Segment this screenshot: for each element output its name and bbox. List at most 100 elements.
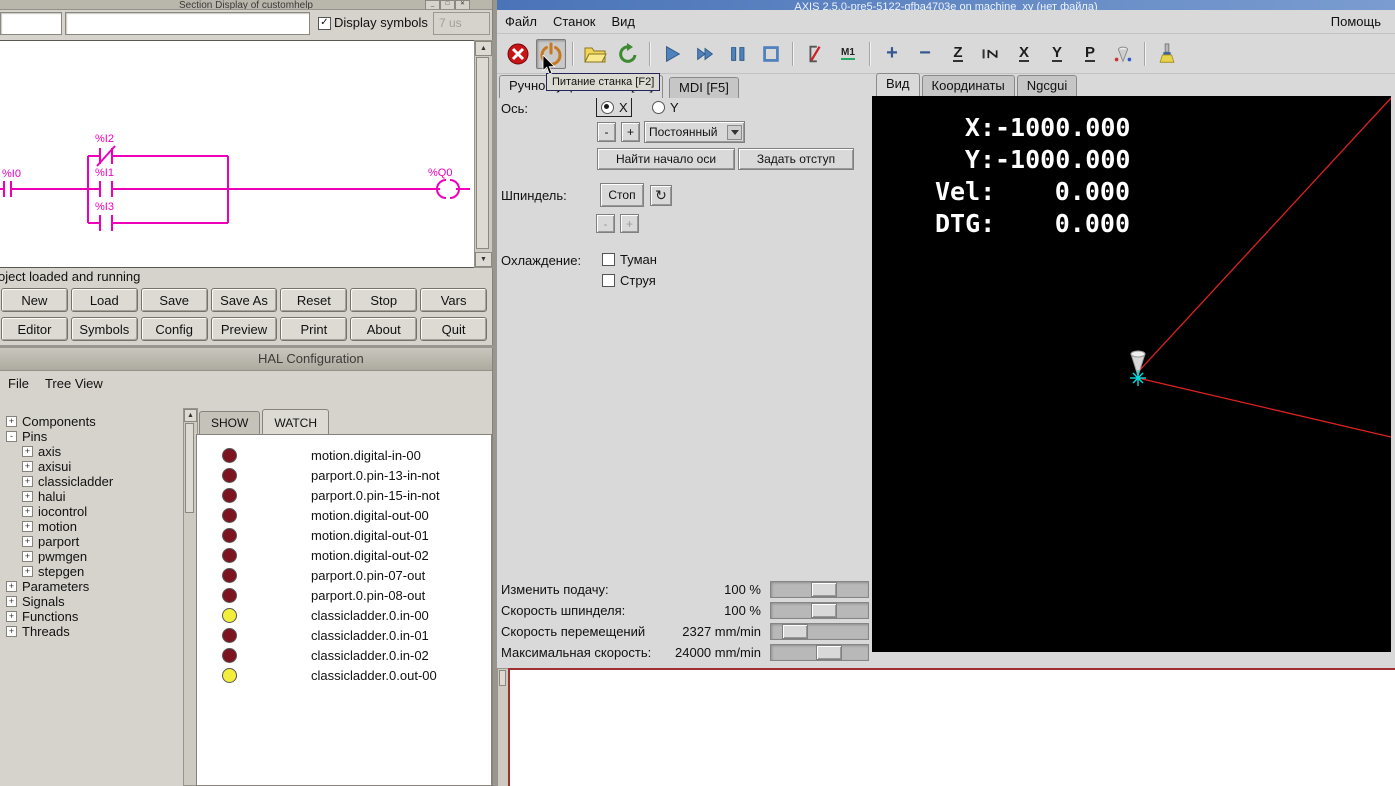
preview-tab[interactable]: Ngcgui bbox=[1016, 75, 1078, 96]
slider-track[interactable] bbox=[770, 602, 869, 619]
tree-expand-icon[interactable]: + bbox=[22, 491, 33, 502]
optional-pause-icon[interactable] bbox=[833, 39, 863, 69]
classicladder-button[interactable]: Config bbox=[140, 317, 208, 341]
hal-menu-item[interactable]: Tree View bbox=[37, 373, 111, 394]
touch-off-button[interactable]: Задать отступ bbox=[738, 148, 854, 170]
section-name-entry[interactable] bbox=[65, 12, 310, 35]
skip-lines-icon[interactable] bbox=[800, 39, 830, 69]
mist-checkbox[interactable]: Туман bbox=[602, 252, 657, 267]
classicladder-button[interactable]: About bbox=[350, 317, 418, 341]
view-y-icon[interactable] bbox=[1042, 39, 1072, 69]
tree-expand-icon[interactable]: + bbox=[22, 476, 33, 487]
view-z-rotated-icon[interactable] bbox=[976, 39, 1006, 69]
run-program-icon[interactable] bbox=[657, 39, 687, 69]
rotate-view-icon[interactable] bbox=[1108, 39, 1138, 69]
classicladder-titlebar[interactable]: Section Display of customhelp _ □ ✕ bbox=[0, 0, 492, 10]
spindle-plus-button[interactable]: + bbox=[620, 214, 639, 233]
hal-titlebar[interactable]: HAL Configuration bbox=[0, 348, 492, 371]
watch-row[interactable]: parport.0.pin-13-in-not bbox=[197, 465, 491, 485]
tab-mdi[interactable]: MDI [F5] bbox=[669, 77, 739, 98]
reload-file-icon[interactable] bbox=[613, 39, 643, 69]
axis-menu-item[interactable]: Файл bbox=[497, 11, 545, 32]
slider-handle[interactable] bbox=[811, 603, 837, 618]
tree-row[interactable]: + Parameters bbox=[0, 579, 182, 594]
classicladder-button[interactable]: Preview bbox=[210, 317, 278, 341]
axis-menu-item[interactable]: Вид bbox=[604, 11, 644, 32]
axis-menu-item[interactable]: Станок bbox=[545, 11, 604, 32]
zoom-in-icon[interactable] bbox=[877, 39, 907, 69]
tree-expand-icon[interactable]: + bbox=[22, 521, 33, 532]
scrollbar-thumb[interactable] bbox=[499, 670, 506, 686]
tree-expand-icon[interactable]: + bbox=[6, 416, 17, 427]
tree-row[interactable]: + parport bbox=[0, 534, 182, 549]
watch-row[interactable]: classicladder.0.in-00 bbox=[197, 605, 491, 625]
close-button[interactable]: ✕ bbox=[455, 0, 470, 9]
classicladder-button[interactable]: New bbox=[1, 288, 68, 312]
axis-y-radio[interactable]: Y bbox=[652, 100, 679, 115]
classicladder-button[interactable]: Stop bbox=[350, 288, 418, 312]
tab-show[interactable]: SHOW bbox=[199, 411, 261, 434]
tree-row[interactable]: + pwmgen bbox=[0, 549, 182, 564]
tree-expand-icon[interactable]: + bbox=[22, 551, 33, 562]
estop-icon[interactable] bbox=[503, 39, 533, 69]
tree-row[interactable]: + Signals bbox=[0, 594, 182, 609]
tab-watch[interactable]: WATCH bbox=[262, 409, 329, 434]
jog-plus-button[interactable]: + bbox=[621, 122, 640, 142]
tree-expand-icon[interactable]: + bbox=[6, 611, 17, 622]
slider-track[interactable] bbox=[770, 581, 869, 598]
scrollbar-thumb[interactable] bbox=[476, 57, 489, 249]
tree-row[interactable]: + axis bbox=[0, 444, 182, 459]
stop-program-icon[interactable] bbox=[756, 39, 786, 69]
preview-canvas[interactable]: X: -1000.000 Y: -1000.000 Vel: 0.000 DTG… bbox=[872, 96, 1391, 652]
classicladder-button[interactable]: Load bbox=[70, 288, 138, 312]
jog-minus-button[interactable]: - bbox=[597, 122, 616, 142]
tree-expand-icon[interactable]: + bbox=[6, 596, 17, 607]
tree-expand-icon[interactable]: - bbox=[6, 431, 17, 442]
clear-plot-icon[interactable] bbox=[1152, 39, 1182, 69]
classicladder-button[interactable]: Editor bbox=[1, 317, 68, 341]
view-perspective-icon[interactable] bbox=[1075, 39, 1105, 69]
preview-tab[interactable]: Вид bbox=[876, 73, 920, 96]
scroll-up-icon[interactable]: ▲ bbox=[475, 41, 492, 56]
tree-expand-icon[interactable]: + bbox=[22, 461, 33, 472]
classicladder-button[interactable]: Quit bbox=[420, 317, 488, 341]
tree-row[interactable]: + Components bbox=[0, 414, 182, 429]
flood-checkbox[interactable]: Струя bbox=[602, 273, 656, 288]
spindle-minus-button[interactable]: - bbox=[596, 214, 615, 233]
watch-row[interactable]: motion.digital-out-01 bbox=[197, 525, 491, 545]
section-entry[interactable] bbox=[0, 12, 62, 35]
tree-expand-icon[interactable]: + bbox=[22, 566, 33, 577]
preview-tab[interactable]: Координаты bbox=[921, 75, 1015, 96]
watch-row[interactable]: motion.digital-in-00 bbox=[197, 445, 491, 465]
watch-row[interactable]: parport.0.pin-07-out bbox=[197, 565, 491, 585]
axis-x-radio[interactable]: X bbox=[596, 97, 632, 117]
tree-row[interactable]: + iocontrol bbox=[0, 504, 182, 519]
tree-row[interactable]: + Functions bbox=[0, 609, 182, 624]
tree-expand-icon[interactable]: + bbox=[6, 581, 17, 592]
watch-row[interactable]: classicladder.0.in-01 bbox=[197, 625, 491, 645]
watch-row[interactable]: classicladder.0.in-02 bbox=[197, 645, 491, 665]
tree-row[interactable]: + classicladder bbox=[0, 474, 182, 489]
tree-expand-icon[interactable]: + bbox=[6, 626, 17, 637]
axis-menu-help[interactable]: Помощь bbox=[1323, 11, 1389, 32]
classicladder-button[interactable]: Save bbox=[140, 288, 208, 312]
tree-expand-icon[interactable]: + bbox=[22, 506, 33, 517]
step-program-icon[interactable] bbox=[690, 39, 720, 69]
home-axis-button[interactable]: Найти начало оси bbox=[597, 148, 735, 170]
spindle-stop-button[interactable]: Стоп bbox=[600, 183, 644, 207]
tree-expand-icon[interactable]: + bbox=[22, 446, 33, 457]
gcode-text-area[interactable] bbox=[508, 668, 1395, 786]
maximize-button[interactable]: □ bbox=[440, 0, 455, 9]
view-x-icon[interactable] bbox=[1009, 39, 1039, 69]
spindle-direction-icon[interactable] bbox=[650, 185, 672, 206]
tree-row[interactable]: + axisui bbox=[0, 459, 182, 474]
classicladder-button[interactable]: Symbols bbox=[70, 317, 138, 341]
zoom-out-icon[interactable] bbox=[910, 39, 940, 69]
ladder-scrollbar[interactable]: ▲ ▼ bbox=[474, 40, 493, 268]
jog-mode-dropdown[interactable]: Постоянный bbox=[644, 121, 745, 143]
slider-track[interactable] bbox=[770, 623, 869, 640]
slider-handle[interactable] bbox=[782, 624, 808, 639]
slider-handle[interactable] bbox=[816, 645, 842, 660]
tree-row[interactable]: + halui bbox=[0, 489, 182, 504]
scrollbar-thumb[interactable] bbox=[185, 423, 194, 513]
